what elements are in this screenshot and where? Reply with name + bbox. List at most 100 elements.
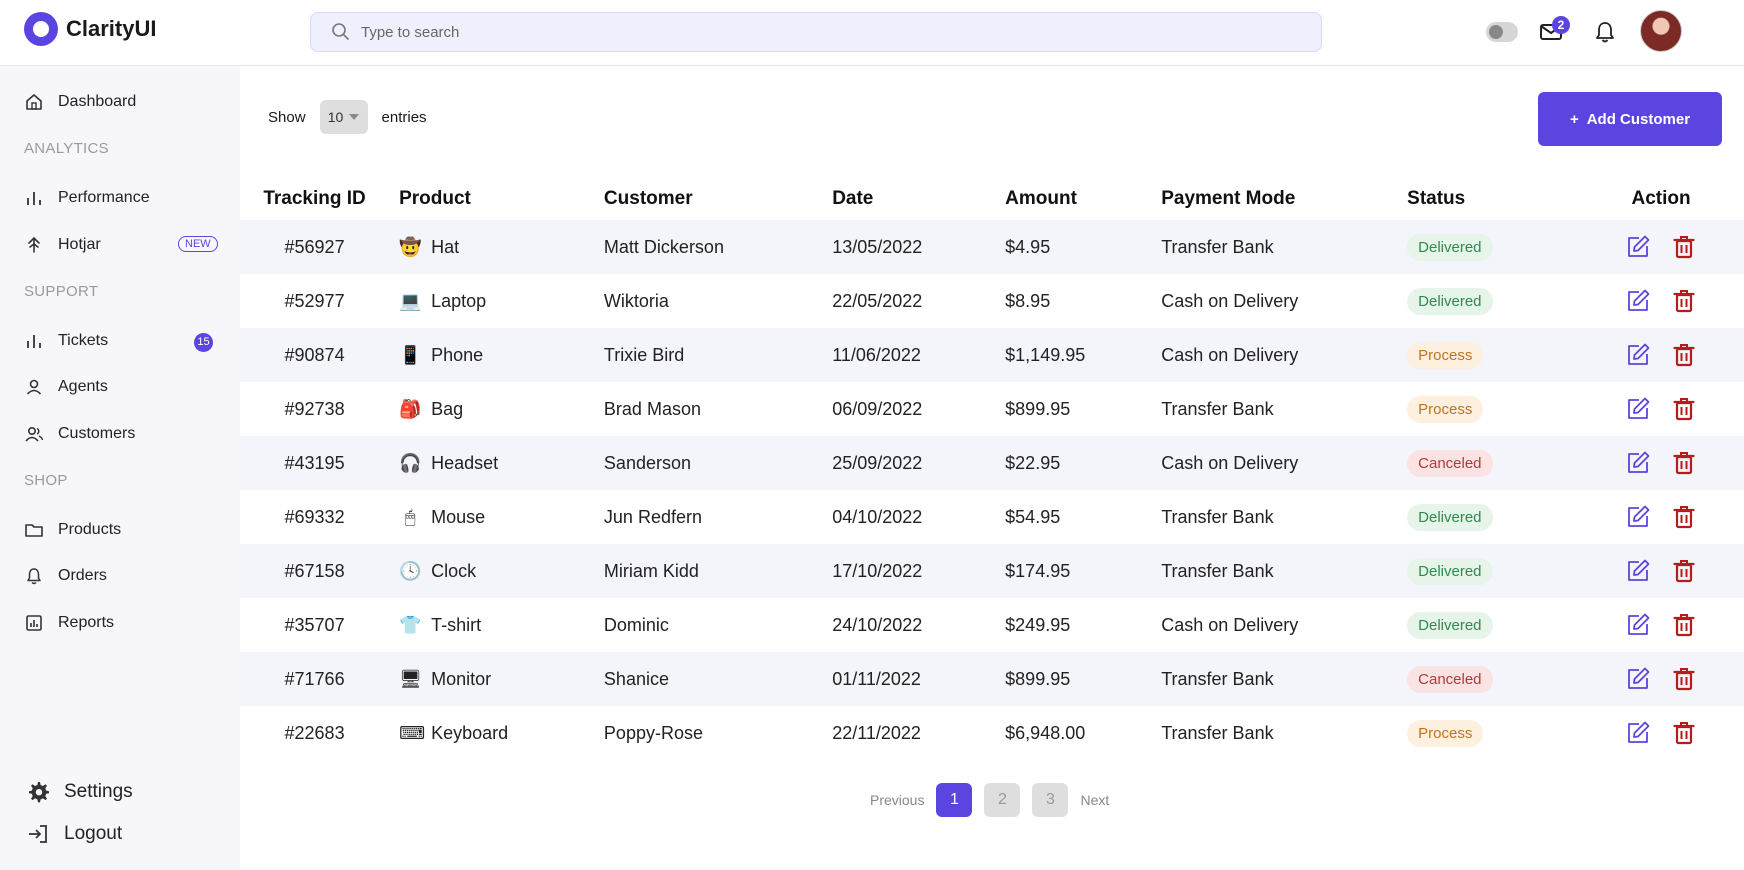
delete-icon[interactable] [1670,287,1698,315]
home-icon [26,94,42,110]
action-cell [1578,328,1744,382]
action-cell [1578,544,1744,598]
status-badge: Process [1407,719,1484,747]
page-button-3[interactable]: 3 [1032,783,1069,817]
next-button[interactable]: Next [1080,792,1109,808]
payment-mode: Cash on Delivery [1161,614,1299,635]
product-cell: 🎒 Bag [389,382,604,436]
tracking-id: #69332 [284,506,345,527]
status-cell: Delivered [1407,220,1578,274]
sidebar-item-performance[interactable]: Performance [24,188,150,208]
product: ⌨ Keyboard [389,722,604,744]
customer-name: Sanderson [603,452,691,473]
user-avatar[interactable] [1640,10,1682,52]
edit-icon[interactable] [1624,287,1652,315]
column-header[interactable]: Amount [1005,178,1161,220]
table-row: #71766 🖥 Monitor Shanice 01/11/2022 $899.95 Tr… [240,652,1744,706]
sidebar: Dashboard ANALYTICS Performance Hotjar N… [0,66,240,870]
keyboard-icon: ⌨ [399,723,426,743]
tracking-id: #56927 [284,236,345,257]
delete-icon[interactable] [1670,665,1698,693]
edit-icon[interactable] [1624,341,1652,369]
row-actions [1578,503,1744,531]
brand-logo[interactable]: ClarityUI [24,12,156,46]
show-label: Show [268,108,306,126]
sidebar-item-label: Customers [58,425,136,442]
search-input[interactable] [359,22,1263,42]
sidebar-item-tickets[interactable]: Tickets [24,331,108,351]
payment-mode: Cash on Delivery [1161,452,1299,473]
delete-icon[interactable] [1670,557,1698,585]
order-date: 17/10/2022 [832,560,923,581]
laptop-icon: 💻 [399,291,422,311]
sidebar-item-dashboard[interactable]: Dashboard [24,92,136,112]
column-header[interactable]: Status [1407,178,1578,220]
tracking-id: #92738 [284,398,345,419]
sidebar-item-logout[interactable]: Logout [26,822,122,846]
status-cell: Delivered [1407,598,1578,652]
sidebar-item-hotjar[interactable]: Hotjar [24,235,101,255]
edit-icon[interactable] [1624,719,1652,747]
action-cell [1578,598,1744,652]
bell-icon[interactable] [1592,19,1618,45]
delete-icon[interactable] [1670,719,1698,747]
delete-icon[interactable] [1670,341,1698,369]
table-row: #56927 🤠 Hat Matt Dickerson 13/05/2022 $4.95 T… [240,220,1744,274]
tracking-id: #43195 [284,452,345,473]
delete-icon[interactable] [1670,611,1698,639]
edit-icon[interactable] [1624,665,1652,693]
sidebar-item-reports[interactable]: Reports [24,613,114,633]
column-header[interactable]: Payment Mode [1161,178,1407,220]
product-cell: 🕓 Clock [389,544,604,598]
product-name: T-shirt [431,614,482,635]
logo-icon [24,12,58,46]
page-button-1[interactable]: 1 [936,783,973,817]
sidebar-item-label: Performance [58,189,150,206]
edit-icon[interactable] [1624,557,1652,585]
previous-button[interactable]: Previous [870,792,924,808]
action-cell [1578,652,1744,706]
theme-toggle[interactable] [1486,22,1518,42]
row-actions [1578,395,1744,423]
product-cell: 🖱 Mouse [389,490,604,544]
row-actions [1578,287,1744,315]
status-badge: Delivered [1407,611,1493,639]
page-button-2[interactable]: 2 [984,783,1021,817]
action-cell [1578,706,1744,760]
sidebar-item-agents[interactable]: Agents [24,377,108,397]
payment-mode: Transfer Bank [1161,236,1274,257]
sidebar-item-settings[interactable]: Settings [26,780,133,804]
plus-icon: + [1569,110,1579,128]
column-header[interactable]: Tracking ID [240,178,389,220]
tracking-id: #67158 [284,560,345,581]
delete-icon[interactable] [1670,395,1698,423]
column-header[interactable]: Product [389,178,604,220]
edit-icon[interactable] [1624,503,1652,531]
product-name: Bag [431,398,464,419]
edit-icon[interactable] [1624,233,1652,261]
delete-icon[interactable] [1670,449,1698,477]
column-header[interactable]: Date [832,178,1005,220]
tracking-id: #22683 [284,722,345,743]
edit-icon[interactable] [1624,611,1652,639]
status-cell: Process [1407,706,1578,760]
payment-mode: Transfer Bank [1161,722,1274,743]
sidebar-item-customers[interactable]: Customers [24,424,135,444]
edit-icon[interactable] [1624,449,1652,477]
action-cell [1578,274,1744,328]
sidebar-item-products[interactable]: Products [24,520,121,540]
status-cell: Process [1407,382,1578,436]
column-header[interactable]: Customer [604,178,832,220]
customer-name: Trixie Bird [603,344,685,365]
order-amount: $8.95 [1005,290,1051,311]
add-customer-button[interactable]: + Add Customer [1538,92,1722,146]
tshirt-icon: 👕 [399,615,422,635]
status-badge: Delivered [1407,233,1493,261]
delete-icon[interactable] [1670,233,1698,261]
product: 🖥 Monitor [389,668,604,690]
edit-icon[interactable] [1624,395,1652,423]
section-analytics: ANALYTICS [24,140,109,157]
sidebar-item-orders[interactable]: Orders [24,566,107,586]
entries-select[interactable]: 10 [319,100,368,134]
delete-icon[interactable] [1670,503,1698,531]
